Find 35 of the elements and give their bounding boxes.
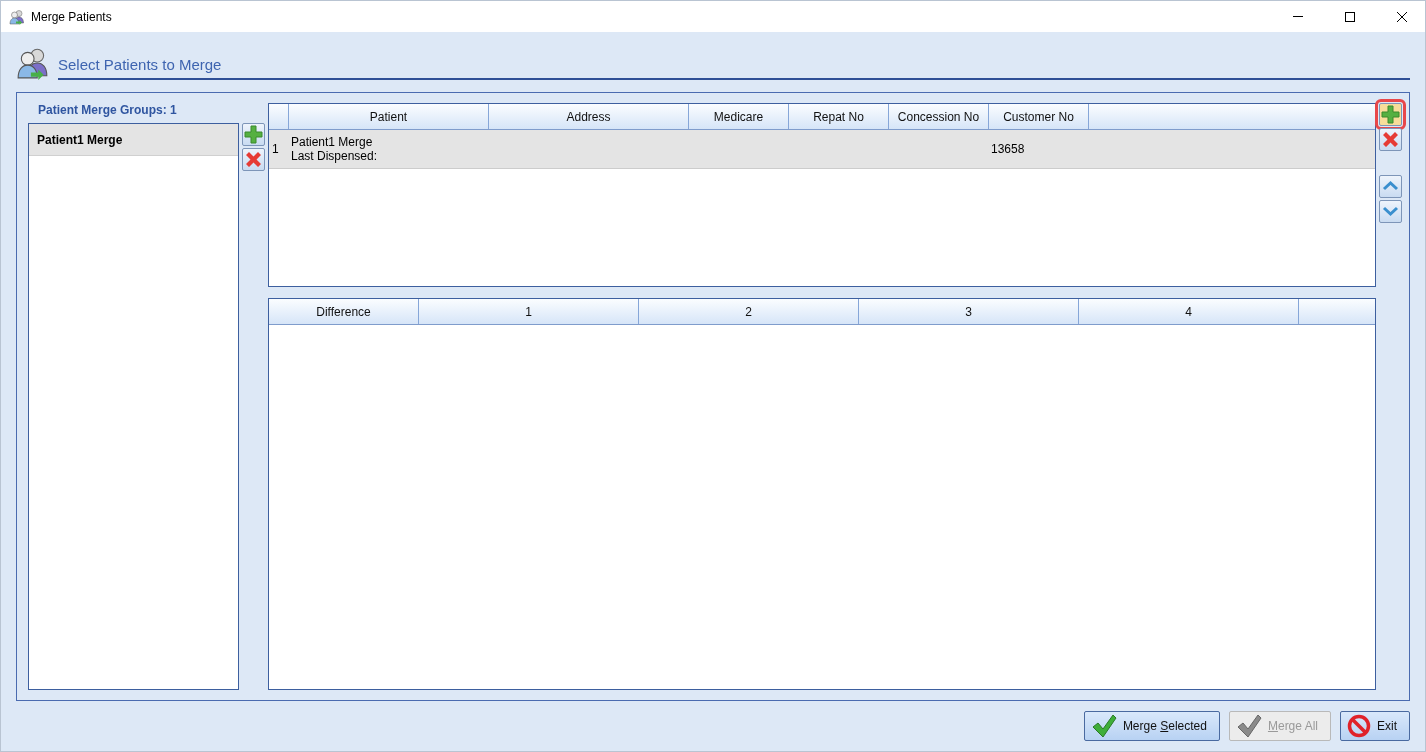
table-cell-text: 13658 <box>991 142 1026 156</box>
column-header[interactable]: Concession No <box>889 104 989 129</box>
chevron-up-icon <box>1382 180 1399 193</box>
row-number: 1 <box>272 142 280 156</box>
column-header[interactable]: 3 <box>859 299 1079 324</box>
people-icon <box>9 8 25 25</box>
checkmark-icon <box>1235 714 1262 738</box>
column-header[interactable]: 4 <box>1079 299 1299 324</box>
column-header[interactable]: 1 <box>419 299 639 324</box>
groups-label: Patient Merge Groups: 1 <box>37 103 178 119</box>
add-group-button[interactable] <box>242 123 265 146</box>
section-title: Select Patients to Merge <box>58 56 1410 80</box>
patient-name: Patient1 Merge <box>291 135 374 149</box>
last-dispensed-label: Last Dispensed: <box>291 149 379 163</box>
checkmark-icon <box>1090 714 1117 738</box>
column-header[interactable]: 2 <box>639 299 859 324</box>
prohibited-icon <box>1347 714 1371 738</box>
people-icon <box>16 46 50 80</box>
chevron-down-icon <box>1382 205 1399 218</box>
group-item[interactable]: Patient1 Merge <box>29 124 238 156</box>
column-header[interactable]: Difference <box>269 299 419 324</box>
exit-button[interactable]: Exit <box>1340 711 1410 741</box>
plus-icon <box>244 125 263 144</box>
patient-row[interactable]: 1 Patient1 Merge Last Dispensed: 13658 <box>269 130 1375 169</box>
window-title: Merge Patients <box>31 9 113 24</box>
column-header[interactable]: Medicare <box>689 104 789 129</box>
merge-button[interactable]: Merge Selected <box>1083 711 1220 741</box>
column-header[interactable]: Address <box>489 104 689 129</box>
column-header[interactable]: Customer No <box>989 104 1089 129</box>
move-down-button[interactable] <box>1379 200 1402 223</box>
plus-icon <box>1381 105 1400 124</box>
move-up-button[interactable] <box>1379 175 1402 198</box>
maximize-icon[interactable] <box>1345 11 1355 22</box>
column-header[interactable]: Patient <box>289 104 489 129</box>
column-header[interactable]: Repat No <box>789 104 889 129</box>
